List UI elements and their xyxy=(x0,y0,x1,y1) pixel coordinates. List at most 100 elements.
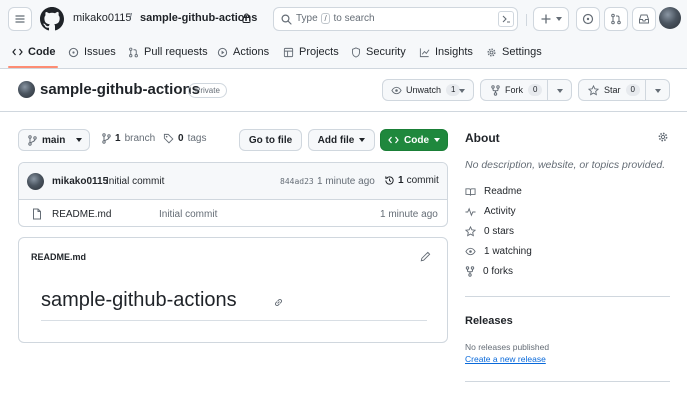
fork-button[interactable]: Fork 0 xyxy=(480,79,572,101)
add-file-label: Add file xyxy=(317,134,355,146)
tab-code-label: Code xyxy=(28,46,56,58)
go-to-file-button[interactable]: Go to file xyxy=(239,129,302,151)
eye-icon xyxy=(465,247,476,256)
lock-icon xyxy=(242,13,251,23)
gear-icon[interactable] xyxy=(657,131,669,143)
tab-projects[interactable]: Projects xyxy=(283,43,339,61)
commit-author-avatar[interactable] xyxy=(27,173,44,190)
gear-icon xyxy=(487,47,496,57)
search-icon xyxy=(281,14,292,25)
commit-message[interactable]: Initial commit xyxy=(106,176,164,187)
readme-filename[interactable]: README.md xyxy=(31,252,86,262)
tab-projects-label: Projects xyxy=(299,46,339,58)
menu-button[interactable] xyxy=(8,7,32,31)
tab-issues-label: Issues xyxy=(84,46,116,58)
tab-code[interactable]: Code xyxy=(12,43,56,61)
sidebar-item-label: 0 stars xyxy=(484,226,515,237)
sidebar-item-watching[interactable]: 1 watching xyxy=(465,246,532,257)
chevron-down-icon xyxy=(359,138,366,142)
book-icon xyxy=(465,187,476,196)
sidebar-item-forks[interactable]: 0 forks xyxy=(465,266,513,277)
releases-title[interactable]: Releases xyxy=(465,315,513,327)
file-icon xyxy=(33,208,41,220)
active-tab-indicator xyxy=(8,66,58,68)
tag-count: 0 xyxy=(178,133,184,144)
tab-security-label: Security xyxy=(366,46,406,58)
star-icon xyxy=(465,226,476,237)
user-avatar[interactable] xyxy=(659,7,681,29)
search-prefix: Type xyxy=(296,13,318,24)
pencil-icon[interactable] xyxy=(420,251,431,262)
header-divider xyxy=(526,14,527,26)
pull-requests-button[interactable] xyxy=(604,7,628,31)
owner-avatar[interactable] xyxy=(18,81,35,98)
tab-insights-label: Insights xyxy=(435,46,473,58)
github-logo[interactable] xyxy=(40,7,64,31)
about-description: No description, website, or topics provi… xyxy=(465,159,666,171)
github-mark-icon xyxy=(40,7,64,31)
file-name[interactable]: README.md xyxy=(52,209,111,220)
star-button[interactable]: Star 0 xyxy=(578,79,670,101)
file-row[interactable]: README.md Initial commit 1 minute ago xyxy=(19,201,447,226)
git-pull-request-icon xyxy=(129,47,138,57)
chevron-down-icon xyxy=(555,17,562,21)
terminal-icon xyxy=(502,15,510,23)
pulse-icon xyxy=(465,207,476,216)
create-release-link[interactable]: Create a new release xyxy=(465,354,546,364)
command-palette-button[interactable] xyxy=(498,11,514,27)
commit-author[interactable]: mikako0115 xyxy=(52,176,108,187)
play-icon xyxy=(217,47,228,57)
chevron-down-icon[interactable] xyxy=(557,89,563,93)
code-icon xyxy=(388,136,399,144)
sidebar-item-stars[interactable]: 0 stars xyxy=(465,226,514,237)
link-icon[interactable] xyxy=(273,297,284,308)
file-list: mikako0115 Initial commit 844ad23 1 minu… xyxy=(18,162,448,227)
tags-link[interactable]: 0 tags xyxy=(163,133,206,144)
file-commit-message[interactable]: Initial commit xyxy=(159,209,217,220)
tab-pull-requests[interactable]: Pull requests xyxy=(128,43,208,61)
chevron-down-icon[interactable] xyxy=(459,89,465,93)
repo-title[interactable]: sample-github-actions xyxy=(40,81,200,98)
search-placeholder: Type / to search xyxy=(296,13,375,24)
history-icon xyxy=(385,176,394,185)
branch-name: main xyxy=(42,134,66,146)
git-branch-icon xyxy=(28,134,37,146)
branch-word: branch xyxy=(124,133,156,144)
sidebar-item-label: 1 watching xyxy=(484,246,532,257)
notifications-button[interactable] xyxy=(632,7,656,31)
sidebar-item-label: Activity xyxy=(484,206,516,217)
eye-icon xyxy=(391,86,402,94)
issue-opened-icon xyxy=(582,13,594,25)
search-shortcut-key: / xyxy=(321,13,330,24)
commit-hash[interactable]: 844ad23 xyxy=(280,177,314,186)
branches-link[interactable]: 1 branch xyxy=(102,133,155,144)
tab-actions-label: Actions xyxy=(233,46,270,58)
tab-actions[interactable]: Actions xyxy=(217,43,269,61)
add-file-button[interactable]: Add file xyxy=(308,129,375,151)
breadcrumb-separator: / xyxy=(129,12,133,24)
inbox-icon xyxy=(639,14,649,24)
breadcrumb-repo[interactable]: sample-github-actions xyxy=(140,12,257,24)
hamburger-icon xyxy=(15,15,25,23)
commit-history-link[interactable]: 1 commit xyxy=(384,175,439,186)
breadcrumb-owner[interactable]: mikako0115 xyxy=(73,12,132,24)
search-suffix: to search xyxy=(333,13,375,24)
issues-button[interactable] xyxy=(576,7,600,31)
chevron-down-icon[interactable] xyxy=(655,89,661,93)
branch-count: 1 xyxy=(115,133,121,144)
tab-issues[interactable]: Issues xyxy=(68,43,116,61)
tab-security[interactable]: Security xyxy=(351,43,406,61)
create-new-button[interactable] xyxy=(533,7,569,31)
code-button[interactable]: Code xyxy=(380,129,448,151)
search-input[interactable]: Type / to search xyxy=(273,7,518,31)
tab-settings[interactable]: Settings xyxy=(486,43,542,61)
sidebar-item-readme[interactable]: Readme xyxy=(465,186,522,197)
sidebar-divider xyxy=(465,296,670,297)
tab-insights[interactable]: Insights xyxy=(419,43,473,61)
readme-panel: README.md sample-github-actions xyxy=(18,237,448,343)
repo-header-divider xyxy=(0,111,687,112)
watch-label: Unwatch xyxy=(406,85,442,95)
watch-button[interactable]: Unwatch 1 xyxy=(382,79,474,101)
branch-selector[interactable]: main xyxy=(18,129,90,151)
sidebar-item-activity[interactable]: Activity xyxy=(465,206,516,217)
